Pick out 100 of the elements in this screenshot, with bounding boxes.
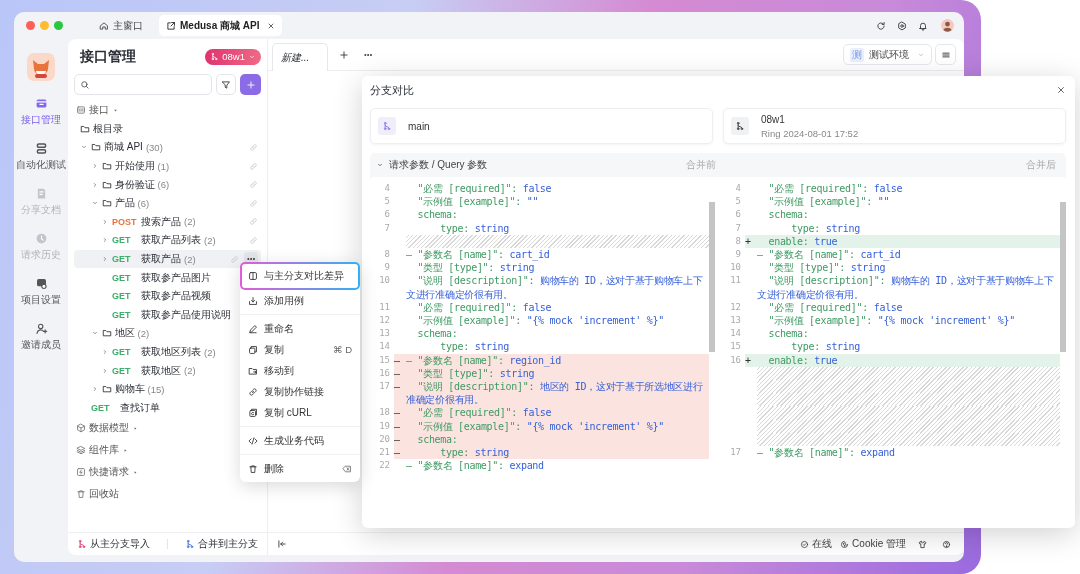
external-icon <box>166 20 176 31</box>
folder-icon <box>101 161 112 172</box>
line-number: 8 <box>383 248 390 261</box>
branch-icon <box>210 52 220 61</box>
branch-action-button[interactable]: 从主分支导入 <box>76 537 150 551</box>
code-line: schema: <box>416 208 459 222</box>
cookie-button[interactable]: Cookie 管理 <box>840 537 906 551</box>
branch-name: 08w1 <box>761 113 786 125</box>
line-number: 21 <box>378 446 390 460</box>
cookie-icon <box>840 539 850 549</box>
split-icon <box>248 271 258 281</box>
menu-item[interactable]: 添加用例 <box>240 290 360 311</box>
nav-item[interactable]: 接口管理 <box>21 97 61 127</box>
avatar-icon[interactable] <box>941 19 954 32</box>
link-icon <box>249 217 258 227</box>
branch-action-button[interactable]: 合并到主分支 <box>185 537 259 551</box>
tree-item[interactable]: 根目录 <box>74 119 261 139</box>
line-number: 10 <box>378 274 390 288</box>
tree-item[interactable]: GET 获取产品 (2) <box>74 249 261 269</box>
code-line: "必需 [required]": false <box>416 300 553 314</box>
pane-label: 合并后 <box>1026 158 1056 172</box>
menu-item[interactable]: 生成业务代码 <box>240 430 360 451</box>
section-item[interactable]: 接口 <box>68 101 267 120</box>
section-item[interactable]: 回收站 <box>68 483 267 506</box>
code-line: "类型 [type]": string <box>416 261 536 275</box>
zoom-dot[interactable] <box>54 21 63 30</box>
nav-item[interactable]: 项目设置 <box>21 277 61 307</box>
line-number: 14 <box>378 340 390 354</box>
code-line: "示例值 [example]": "" <box>416 195 540 209</box>
menu-item[interactable]: 与主分支对比差异 <box>240 262 360 290</box>
help-icon <box>941 539 951 549</box>
online-status[interactable]: 在线 <box>800 537 833 551</box>
branch-selector[interactable]: 08w1 <box>205 48 261 65</box>
line-number: 6 <box>383 208 390 222</box>
code-line: schema: <box>416 327 459 341</box>
code-line: "示例值 [example]": "" <box>767 195 891 209</box>
layers-icon <box>76 445 86 456</box>
scrollbar[interactable] <box>709 202 715 352</box>
nav-item[interactable]: 邀请成员 <box>21 322 61 352</box>
editor-tab[interactable]: 新建... <box>272 43 329 71</box>
link-icon <box>249 198 258 208</box>
close-button[interactable] <box>1056 85 1066 95</box>
line-number: 12 <box>378 314 390 327</box>
scrollbar[interactable] <box>1060 202 1066 352</box>
close-dot[interactable] <box>26 21 35 30</box>
home-icon <box>99 20 109 31</box>
line-number: 8 <box>734 234 741 248</box>
tree-item[interactable]: 产品 (6) <box>74 193 261 213</box>
userplus-icon <box>34 322 48 335</box>
search-field[interactable] <box>74 74 212 95</box>
fox-icon <box>27 53 55 81</box>
code-line: type: string <box>790 221 861 235</box>
close-icon <box>267 21 276 30</box>
section-toggle[interactable]: 请求参数 / Query 参数 <box>376 158 488 172</box>
line-number: 9 <box>383 261 390 275</box>
line-number: 5 <box>734 195 741 209</box>
line-number: 16 <box>378 366 390 380</box>
tree-item[interactable]: 商城 API (30) <box>74 138 261 157</box>
folder-icon <box>101 198 112 209</box>
panel-title: 接口管理 <box>80 47 137 66</box>
addcase-icon <box>248 295 258 306</box>
curl-icon <box>248 407 258 418</box>
filter-button[interactable] <box>216 74 236 95</box>
environment-selector[interactable]: 测 测试环境 <box>843 44 932 65</box>
collapse-icon <box>277 539 287 549</box>
move-icon <box>248 365 258 376</box>
line-number: 5 <box>383 195 390 209</box>
tree-item[interactable]: GET 获取产品列表 (2) <box>74 231 261 250</box>
window-tab[interactable]: 主窗口 <box>92 15 150 36</box>
folder-icon <box>91 142 101 153</box>
menu-item[interactable]: 删除 <box>240 458 360 479</box>
nav-item[interactable]: 自动化测试 <box>16 142 66 172</box>
menu-item[interactable]: 复制 cURL <box>240 402 360 423</box>
shirt-icon <box>917 539 927 549</box>
add-button[interactable] <box>240 74 261 95</box>
quick-icon <box>76 467 86 478</box>
folder-icon <box>101 179 112 190</box>
link-icon <box>249 143 258 152</box>
shortcut-label: ⌘ D <box>333 344 352 355</box>
minimize-dot[interactable] <box>40 21 49 30</box>
link-icon <box>249 180 258 190</box>
code-line: "必需 [required]": false <box>767 182 904 196</box>
menu-button[interactable] <box>935 44 956 65</box>
tree-item[interactable]: 开始使用 (1) <box>74 156 261 176</box>
line-number: 12 <box>729 300 741 314</box>
tree-item[interactable]: 身份验证 (6) <box>74 175 261 194</box>
tree-item[interactable]: POST 搜索产品 (2) <box>74 212 261 232</box>
code-icon <box>248 435 258 446</box>
plus-icon <box>245 79 256 90</box>
settings-icon <box>897 20 907 31</box>
code-line: – "参数名 [name]": expand <box>405 459 545 473</box>
line-number: 22 <box>378 459 390 473</box>
code-line: "说明 [description]": 购物车的 ID，这对于基于购物车上下文进行准确定价很有用。 <box>405 274 704 301</box>
window-tab[interactable]: Medusa 商城 API <box>159 15 283 36</box>
line-number: 7 <box>383 221 390 235</box>
menu-icon <box>940 49 951 60</box>
branch-name: main <box>408 120 430 132</box>
line-number: 6 <box>734 208 741 222</box>
pen-icon <box>248 323 258 334</box>
commit-info: Ring 2024-08-01 17:52 <box>761 127 859 139</box>
